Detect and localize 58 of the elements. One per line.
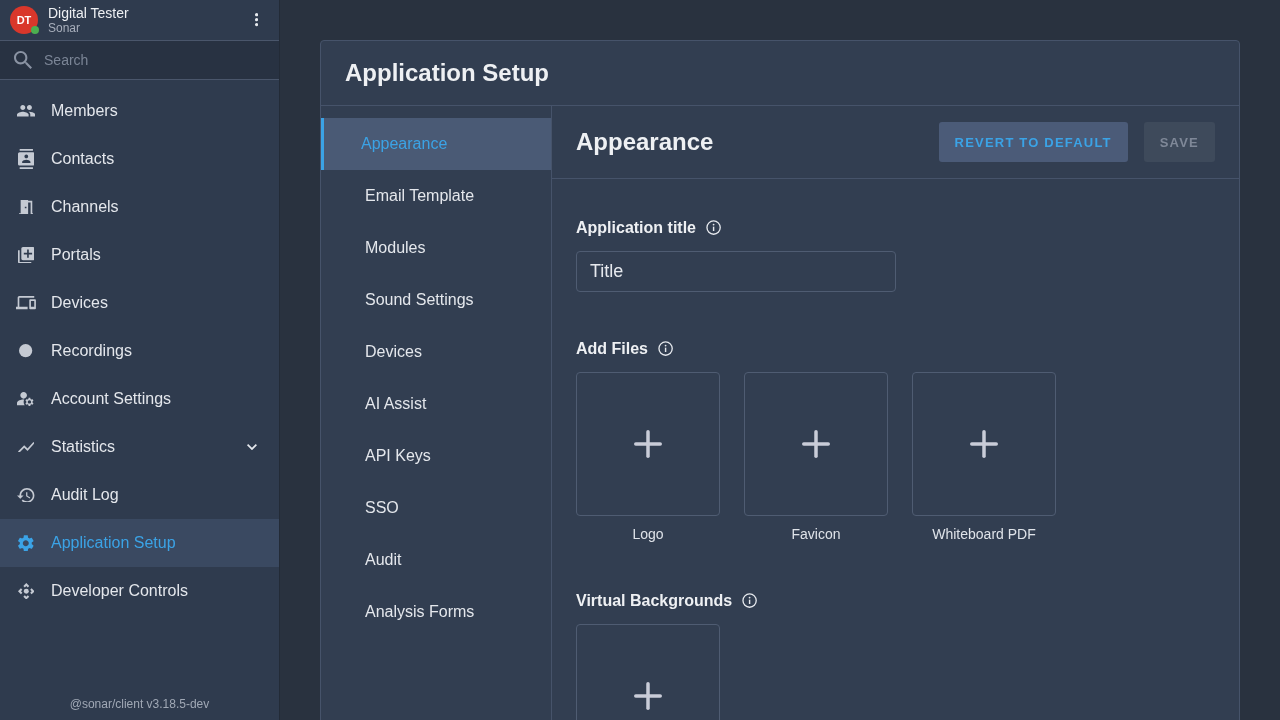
field-label: Add Files (576, 339, 648, 359)
plus-icon (634, 682, 662, 710)
circle-icon (19, 344, 33, 358)
nav-item[interactable]: Members (0, 87, 279, 135)
plus-icon (634, 430, 662, 458)
tile-label: Whiteboard PDF (932, 525, 1036, 544)
org-name: Sonar (48, 21, 81, 35)
plus-icon (802, 430, 830, 458)
settings-tab[interactable]: Audit (321, 534, 551, 586)
tile-label: Logo (632, 525, 664, 544)
nav-item[interactable]: Recordings (0, 327, 279, 375)
settings-tab[interactable]: SSO (321, 482, 551, 534)
settings-tab[interactable]: Modules (321, 222, 551, 274)
nav-item[interactable]: Developer Controls (0, 567, 279, 615)
upload-tile[interactable] (744, 372, 888, 516)
nav-item[interactable]: Account Settings (0, 375, 279, 423)
settings-tab[interactable]: AI Assist (321, 378, 551, 430)
settings-tab[interactable]: Analysis Forms (321, 586, 551, 638)
settings-tab[interactable]: API Keys (321, 430, 551, 482)
user-name: Digital Tester (48, 5, 129, 21)
search-field[interactable]: Search (44, 48, 265, 72)
nav-item[interactable]: Devices (0, 279, 279, 327)
section-heading: Appearance (576, 128, 714, 156)
field-label: Virtual Backgrounds (576, 591, 733, 611)
nav-item[interactable]: Contacts (0, 135, 279, 183)
info-icon[interactable] (706, 220, 722, 236)
people-icon (16, 105, 36, 117)
door-icon (18, 199, 34, 215)
nav-item[interactable]: Portals (0, 231, 279, 279)
field-label: Application title (576, 218, 696, 238)
four-arrows-icon (17, 582, 35, 600)
settings-tab[interactable]: Devices (321, 326, 551, 378)
page-title: Application Setup (345, 59, 549, 87)
nav-item[interactable]: Channels (0, 183, 279, 231)
info-icon[interactable] (742, 593, 758, 609)
history-icon (17, 487, 35, 503)
stacked-plus-icon (17, 246, 35, 264)
contact-card-icon (17, 149, 35, 169)
settings-icon (18, 534, 34, 552)
person-gear-icon (17, 391, 35, 407)
search-bar[interactable]: Search (0, 41, 279, 80)
info-icon[interactable] (658, 341, 674, 357)
plus-icon (970, 430, 998, 458)
more-icon[interactable] (254, 13, 258, 27)
devices-icon (16, 296, 36, 310)
trend-line-icon (17, 441, 35, 453)
avatar: DT (10, 6, 38, 34)
settings-tab[interactable]: Email Template (321, 170, 551, 222)
upload-tile[interactable] (576, 372, 720, 516)
title-input[interactable]: Title (576, 251, 896, 292)
upload-tile[interactable] (912, 372, 1056, 516)
nav-item[interactable]: Audit Log (0, 471, 279, 519)
version-label: @sonar/client v3.18.5-dev (69, 697, 210, 711)
chevron-icon[interactable] (247, 443, 257, 451)
settings-tab[interactable]: Sound Settings (321, 274, 551, 326)
tile-label: Favicon (791, 525, 841, 544)
search-icon (14, 51, 32, 69)
nav-item[interactable]: Statistics (0, 423, 279, 471)
